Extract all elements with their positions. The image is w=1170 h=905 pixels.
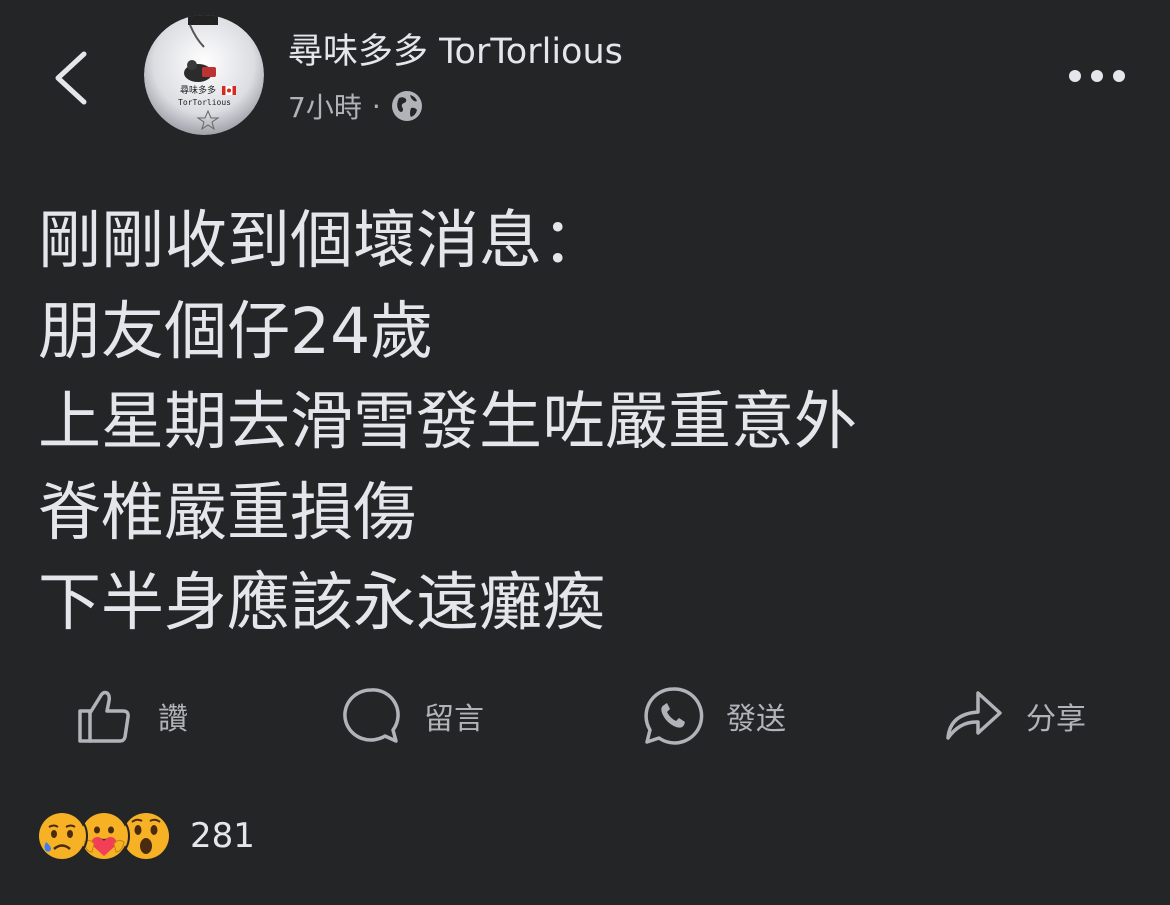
post-line: 朋友個仔24歲	[38, 294, 434, 368]
post-line: 剛剛收到個壞消息：	[38, 204, 605, 277]
messenger-icon	[644, 687, 704, 745]
post-line: 上星期去滑雪發生咗嚴重意外	[38, 385, 857, 458]
chevron-left-icon	[55, 51, 87, 105]
post-line: 下半身應該永遠癱瘓	[38, 566, 605, 639]
reactions-summary[interactable]: 281	[36, 810, 255, 862]
share-label: 分享	[1026, 702, 1086, 737]
post-timestamp[interactable]: 7小時	[288, 86, 362, 126]
avatar-image: 尋味多多 TorTorlious	[144, 15, 264, 135]
sad-reaction-icon	[36, 810, 88, 862]
like-button[interactable]: 讚	[74, 676, 188, 756]
send-button[interactable]: 發送	[642, 676, 786, 756]
post-meta: 7小時 ·	[288, 88, 423, 124]
globe-icon	[391, 91, 422, 121]
back-button[interactable]	[40, 40, 100, 116]
post-action-bar: 讚 留言 發送 分享	[0, 676, 1170, 756]
post-body: 剛剛收到個壞消息： 朋友個仔24歲 上星期去滑雪發生咗嚴重意外 脊椎嚴重損傷 下…	[38, 196, 857, 649]
thumbs-up-icon	[78, 690, 130, 743]
share-button[interactable]: 分享	[942, 676, 1086, 756]
comment-label: 留言	[424, 702, 484, 737]
share-arrow-icon	[946, 691, 1002, 740]
meta-separator: ·	[371, 89, 381, 123]
avatar-text-bottom: TorTorlious	[178, 98, 231, 107]
avatar-text-top: 尋味多多	[180, 84, 216, 96]
page-avatar[interactable]: 尋味多多 TorTorlious	[144, 15, 264, 135]
canada-flag-icon	[222, 86, 236, 95]
page-name-link[interactable]: 尋味多多 TorTorlious	[288, 28, 623, 76]
more-options-button[interactable]	[1064, 56, 1134, 96]
send-label: 發送	[726, 702, 786, 737]
more-horizontal-icon	[1069, 70, 1125, 82]
reaction-count: 281	[190, 816, 255, 856]
comment-bubble-icon	[343, 688, 400, 743]
comment-button[interactable]: 留言	[340, 676, 484, 756]
post-line: 脊椎嚴重損傷	[38, 475, 416, 549]
like-label: 讚	[158, 702, 188, 737]
